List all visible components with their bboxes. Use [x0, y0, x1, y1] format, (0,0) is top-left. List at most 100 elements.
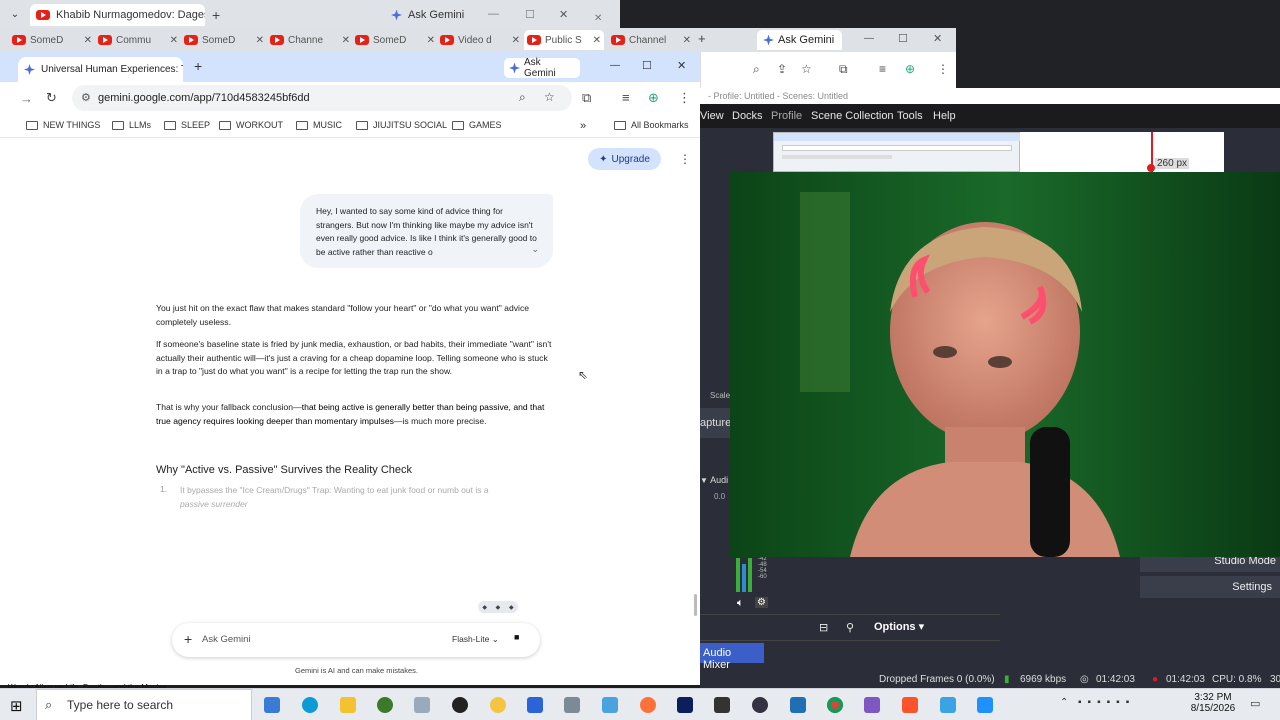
- red-handle-icon[interactable]: [1147, 164, 1155, 172]
- zoom-icon[interactable]: ⌕: [753, 62, 760, 77]
- bookmark-music[interactable]: MUSIC: [296, 120, 342, 130]
- tab-list-chevron-icon[interactable]: ⌄: [6, 6, 24, 24]
- extensions-icon[interactable]: ⧉: [839, 62, 848, 77]
- bookmark-star-icon[interactable]: ☆: [801, 62, 812, 76]
- settings-button[interactable]: Settings: [1140, 576, 1280, 598]
- menu-profile[interactable]: Profile: [771, 110, 802, 122]
- tray-icons[interactable]: ▪▪▪▪▪▪: [1078, 697, 1135, 708]
- mid-tab-2[interactable]: Commu ✕: [98, 30, 178, 50]
- bookmark-sleep[interactable]: SLEEP: [164, 120, 210, 130]
- share-icon[interactable]: ⇪: [777, 62, 787, 76]
- tab-gemini-active[interactable]: Universal Human Experiences: T ✕: [18, 57, 183, 82]
- thumb-up-icon[interactable]: ◆: [482, 604, 487, 611]
- mid-tab-7[interactable]: Public S ✕: [524, 30, 604, 50]
- bookmark-star-icon[interactable]: ☆: [544, 90, 555, 104]
- playlist-icon[interactable]: ≡: [879, 62, 886, 76]
- photoshop-icon[interactable]: [677, 697, 693, 713]
- tray-chevron-icon[interactable]: ⌃: [1060, 697, 1068, 708]
- prompt-input-box[interactable]: + Ask Gemini Flash-Lite ⌄ ■: [172, 623, 540, 657]
- ask-gemini-button[interactable]: Ask Gemini: [504, 57, 580, 79]
- maximize-icon[interactable]: ☐: [898, 32, 908, 45]
- edge-icon[interactable]: [302, 697, 318, 713]
- close-window-icon[interactable]: ✕: [559, 8, 568, 21]
- docs-icon[interactable]: [527, 697, 543, 713]
- obs-icon[interactable]: [452, 697, 468, 713]
- audio-mixer-tab[interactable]: Audio Mixer: [700, 643, 764, 671]
- app-icon[interactable]: [414, 697, 430, 713]
- menu-tools[interactable]: Tools: [897, 110, 923, 122]
- app-icon[interactable]: [564, 697, 580, 713]
- close-window-icon[interactable]: ✕: [933, 32, 942, 45]
- layout-icon[interactable]: ⊟: [819, 621, 828, 634]
- taskbar-search-box[interactable]: ⌕ Type here to search: [36, 689, 252, 720]
- close-tab-icon[interactable]: ✕: [427, 35, 435, 46]
- app-icon[interactable]: [377, 697, 393, 713]
- chat-menu-kebab-icon[interactable]: ⋮: [679, 152, 691, 166]
- mid-tab-5[interactable]: SomeD ✕: [355, 30, 435, 50]
- close-window-icon[interactable]: ✕: [594, 13, 602, 24]
- add-plus-icon[interactable]: +: [184, 631, 192, 647]
- close-tab-icon[interactable]: ✕: [84, 35, 92, 46]
- copy-icon[interactable]: ◆: [509, 604, 514, 611]
- close-tab-icon[interactable]: ✕: [683, 35, 691, 46]
- back-tab-youtube[interactable]: Khabib Nurmagomedov: Dages ✕: [30, 4, 205, 26]
- app-icon[interactable]: [940, 697, 956, 713]
- minimize-icon[interactable]: —: [864, 33, 874, 44]
- volume-icon[interactable]: 🔈︎: [737, 597, 744, 610]
- file-explorer-icon[interactable]: [340, 697, 356, 713]
- menu-help[interactable]: Help: [933, 110, 956, 122]
- minimize-icon[interactable]: —: [610, 60, 620, 71]
- model-selector[interactable]: Flash-Lite ⌄: [452, 634, 499, 645]
- triangle-down-icon[interactable]: ▼: [700, 476, 710, 485]
- app-icon[interactable]: [602, 697, 618, 713]
- menu-docks[interactable]: Docks: [732, 110, 763, 122]
- profile-icon[interactable]: ⊕: [905, 62, 915, 76]
- zoom-icon[interactable]: ⌕: [519, 90, 526, 105]
- scrollbar-thumb[interactable]: [694, 594, 697, 616]
- all-bookmarks[interactable]: All Bookmarks: [614, 120, 689, 130]
- close-tab-icon[interactable]: ✕: [512, 35, 520, 46]
- menu-view[interactable]: View: [700, 110, 724, 122]
- extensions-icon[interactable]: ⧉: [582, 91, 591, 104]
- bookmark-workout[interactable]: WORKOUT: [219, 120, 283, 130]
- mid-tab-gemini[interactable]: Ask Gemini: [757, 30, 842, 50]
- notification-icon[interactable]: ▭: [1250, 697, 1260, 710]
- mid-tab-8[interactable]: Channel ✕: [611, 30, 691, 50]
- close-tab-icon[interactable]: ✕: [593, 35, 601, 46]
- app-icon[interactable]: [752, 697, 768, 713]
- bookmark-llms[interactable]: LLMs: [112, 120, 151, 130]
- expand-chevron-icon[interactable]: ⌄: [531, 242, 539, 256]
- new-tab-icon[interactable]: +: [212, 7, 220, 23]
- mid-tab-1[interactable]: SomeD ✕: [12, 30, 92, 50]
- forward-arrow-icon[interactable]: →: [20, 92, 33, 105]
- mid-tab-6[interactable]: Video d ✕: [440, 30, 520, 50]
- app-icon[interactable]: [790, 697, 806, 713]
- new-tab-icon[interactable]: +: [698, 31, 706, 46]
- close-window-icon[interactable]: ✕: [677, 59, 686, 72]
- app-icon[interactable]: [714, 697, 730, 713]
- menu-kebab-icon[interactable]: ⋮: [678, 91, 691, 104]
- lightbulb-icon[interactable]: [490, 697, 506, 713]
- clock[interactable]: 3:32 PM 8/15/2026: [1188, 692, 1238, 714]
- profile-icon[interactable]: ⊕: [648, 91, 659, 104]
- bookmark-games[interactable]: GAMES: [452, 120, 502, 130]
- thumb-down-icon[interactable]: ◆: [496, 604, 501, 611]
- mid-tab-4[interactable]: Channe ✕: [270, 30, 350, 50]
- capture-source-item[interactable]: apture: [700, 408, 731, 438]
- site-info-icon[interactable]: ⚙: [81, 91, 91, 104]
- playlist-icon[interactable]: ≡: [622, 91, 630, 104]
- task-view-icon[interactable]: [264, 697, 280, 713]
- back-tab-gemini[interactable]: Ask Gemini: [385, 4, 465, 26]
- close-tab-icon[interactable]: ✕: [342, 35, 350, 46]
- brave-icon[interactable]: [902, 697, 918, 713]
- link-icon[interactable]: ⚲: [846, 621, 854, 634]
- firefox-icon[interactable]: [640, 697, 656, 713]
- reload-icon[interactable]: ↻: [46, 91, 57, 104]
- menu-kebab-icon[interactable]: ⋮: [937, 62, 949, 76]
- stop-icon[interactable]: ■: [514, 632, 519, 642]
- menu-scene-collection[interactable]: Scene Collection: [811, 110, 894, 122]
- bookmark-new-things[interactable]: NEW THINGS: [26, 120, 100, 130]
- more-bookmarks-icon[interactable]: »: [580, 120, 586, 132]
- prompt-placeholder[interactable]: Ask Gemini: [202, 634, 251, 645]
- bookmark-jiujitsu[interactable]: JIUJITSU SOCIAL: [356, 120, 447, 130]
